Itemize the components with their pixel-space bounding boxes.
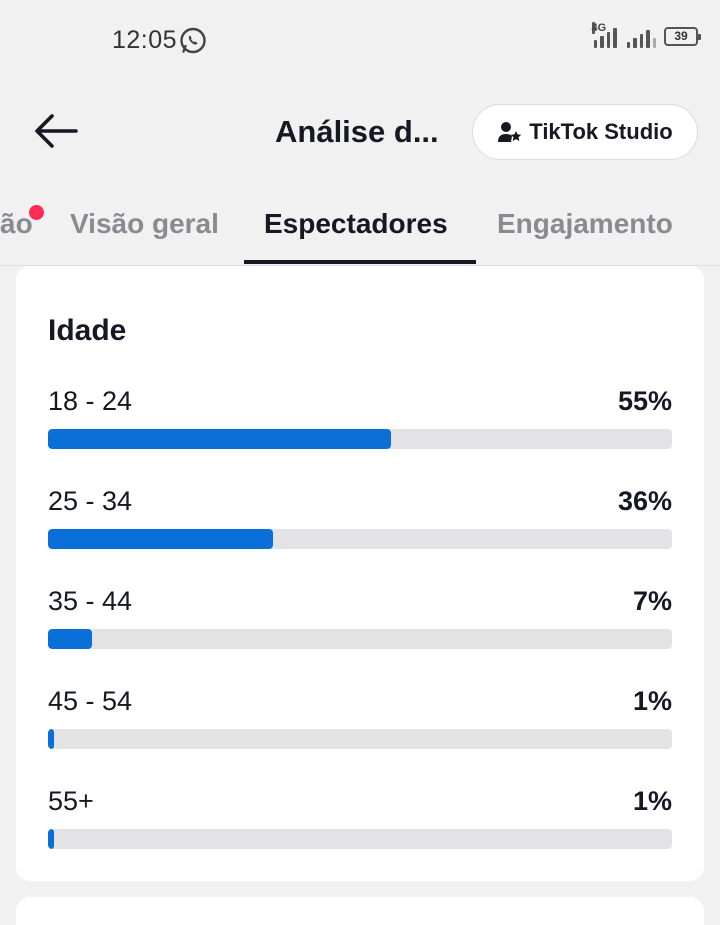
tab-partial[interactable]: ão (0, 208, 33, 240)
progress-track (48, 829, 672, 849)
progress-track (48, 629, 672, 649)
page-title: Análise d... (275, 114, 439, 149)
arrow-left-icon (35, 114, 78, 148)
whatsapp-icon (180, 27, 206, 54)
age-percentage: 55% (617, 386, 672, 416)
progress-track (48, 429, 672, 449)
age-label: 18 - 24 (48, 386, 133, 416)
card-title: Idade (48, 314, 127, 347)
notification-dot (29, 205, 44, 220)
signal-icon: 4G (591, 22, 617, 48)
age-label: 55+ (48, 786, 94, 816)
progress-track (48, 729, 672, 749)
progress-fill (48, 629, 92, 649)
age-percentage: 1% (632, 686, 672, 716)
progress-fill (48, 529, 273, 549)
tab-espectadores[interactable]: Espectadores (264, 208, 448, 240)
age-row: 55+ 1% (48, 786, 672, 866)
progress-fill (48, 429, 392, 449)
status-bar: 12:05 4G 39 (0, 0, 720, 80)
progress-track (48, 529, 672, 549)
battery-icon: 39 (664, 26, 701, 46)
age-label: 45 - 54 (48, 686, 133, 716)
tiktok-studio-button[interactable]: TikTok Studio (472, 104, 698, 160)
tab-engajamento[interactable]: Engajamento (497, 208, 673, 240)
active-tab-indicator (244, 260, 476, 264)
age-row: 25 - 34 36% (48, 486, 672, 566)
progress-fill (48, 729, 55, 749)
age-card: Idade 18 - 24 55% 25 - 34 36% 35 - 44 7%… (16, 266, 704, 881)
back-button[interactable] (30, 108, 82, 154)
age-percentage: 7% (632, 586, 672, 616)
age-row: 18 - 24 55% (48, 386, 672, 466)
signal-icon-2 (625, 24, 656, 48)
age-percentage: 36% (617, 486, 672, 516)
status-time: 12:05 (112, 26, 178, 54)
age-label: 35 - 44 (48, 586, 133, 616)
age-percentage: 1% (632, 786, 672, 816)
age-label: 25 - 34 (48, 486, 133, 516)
user-star-icon (498, 122, 522, 142)
status-right: 4G 39 (591, 22, 701, 48)
battery-level: 39 (674, 29, 688, 43)
tiktok-studio-label: TikTok Studio (529, 119, 673, 144)
age-row: 45 - 54 1% (48, 686, 672, 766)
network-label: 4G (591, 22, 607, 34)
tab-bar: ão Visão geral Espectadores Engajamento (0, 190, 720, 266)
tab-visao-geral[interactable]: Visão geral (70, 208, 219, 240)
header: Análise d... TikTok Studio (0, 80, 720, 190)
progress-fill (48, 829, 55, 849)
age-row: 35 - 44 7% (48, 586, 672, 666)
next-card (16, 897, 704, 925)
